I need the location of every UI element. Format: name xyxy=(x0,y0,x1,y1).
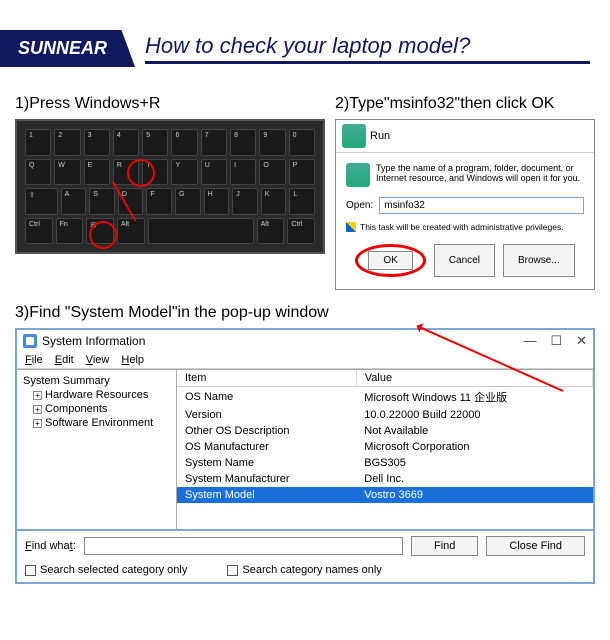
table-row: OS ManufacturerMicrosoft Corporation xyxy=(177,439,593,455)
table-row: Version10.0.22000 Build 22000 xyxy=(177,407,593,423)
r-key-highlight xyxy=(127,159,155,187)
table-row: OS NameMicrosoft Windows 11 企业版 xyxy=(177,387,593,408)
step-2: 2)Type"msinfo32"then click OK Run Type t… xyxy=(335,95,595,290)
col-item[interactable]: Item xyxy=(177,370,356,387)
close-find-button[interactable]: Close Find xyxy=(486,536,585,556)
brand-badge: SUNNEAR xyxy=(0,30,135,67)
run-app-icon xyxy=(346,163,370,187)
table-row: System ManufacturerDell Inc. xyxy=(177,471,593,487)
find-label: Find what: xyxy=(25,540,76,552)
window-title: System Information xyxy=(42,334,518,348)
shield-icon xyxy=(346,222,356,232)
close-button[interactable]: ✕ xyxy=(576,333,587,349)
cancel-button[interactable]: Cancel xyxy=(434,244,495,277)
step-1: 1)Press Windows+R 1234567890 QWERTYUIOP … xyxy=(15,95,325,290)
open-label: Open: xyxy=(346,200,373,211)
ok-button[interactable]: OK xyxy=(368,251,412,270)
run-icon xyxy=(342,124,366,148)
tree-system-summary[interactable]: System Summary xyxy=(23,374,170,388)
tree-components[interactable]: +Components xyxy=(23,402,170,416)
page-title: How to check your laptop model? xyxy=(145,33,590,64)
admin-note: This task will be created with administr… xyxy=(360,222,564,232)
browse-button[interactable]: Browse... xyxy=(503,244,575,277)
run-dialog: Run Type the name of a program, folder, … xyxy=(335,119,595,290)
menu-edit[interactable]: Edit xyxy=(55,354,74,366)
system-information-window: System Information — ☐ ✕ File Edit View … xyxy=(15,328,595,584)
find-input[interactable] xyxy=(84,537,403,555)
header: SUNNEAR How to check your laptop model? xyxy=(0,30,610,67)
step-3: 3)Find "System Model"in the pop-up windo… xyxy=(0,304,610,584)
chk-selected-category[interactable]: Search selected category only xyxy=(25,564,187,576)
open-input[interactable] xyxy=(379,197,584,214)
menu-help[interactable]: Help xyxy=(121,354,144,366)
maximize-button[interactable]: ☐ xyxy=(550,333,562,349)
chk-category-names[interactable]: Search category names only xyxy=(227,564,381,576)
tree-hardware[interactable]: +Hardware Resources xyxy=(23,388,170,402)
step3-label: 3)Find "System Model"in the pop-up windo… xyxy=(15,304,595,322)
ok-highlight: OK xyxy=(355,244,425,277)
minimize-button[interactable]: — xyxy=(523,333,536,349)
step1-label: 1)Press Windows+R xyxy=(15,95,325,113)
keyboard-photo: 1234567890 QWERTYUIOP ⇧ASDFGHJKL CtrlFn⊞… xyxy=(15,119,325,254)
step2-label: 2)Type"msinfo32"then click OK xyxy=(335,95,595,113)
category-tree[interactable]: System Summary +Hardware Resources +Comp… xyxy=(17,369,177,529)
detail-pane: ItemValue OS NameMicrosoft Windows 11 企业… xyxy=(177,369,593,529)
run-title: Run xyxy=(370,130,390,142)
table-row-highlighted: System ModelVostro 3669 xyxy=(177,487,593,503)
sysinfo-icon xyxy=(23,334,37,348)
menu-file[interactable]: File xyxy=(25,354,43,366)
tree-software[interactable]: +Software Environment xyxy=(23,416,170,430)
table-row: Other OS DescriptionNot Available xyxy=(177,423,593,439)
win-key-highlight xyxy=(89,221,117,249)
run-desc: Type the name of a program, folder, docu… xyxy=(376,163,584,187)
find-button[interactable]: Find xyxy=(411,536,478,556)
col-value[interactable]: Value xyxy=(356,370,592,387)
table-row: System NameBGS305 xyxy=(177,455,593,471)
menu-view[interactable]: View xyxy=(86,354,110,366)
